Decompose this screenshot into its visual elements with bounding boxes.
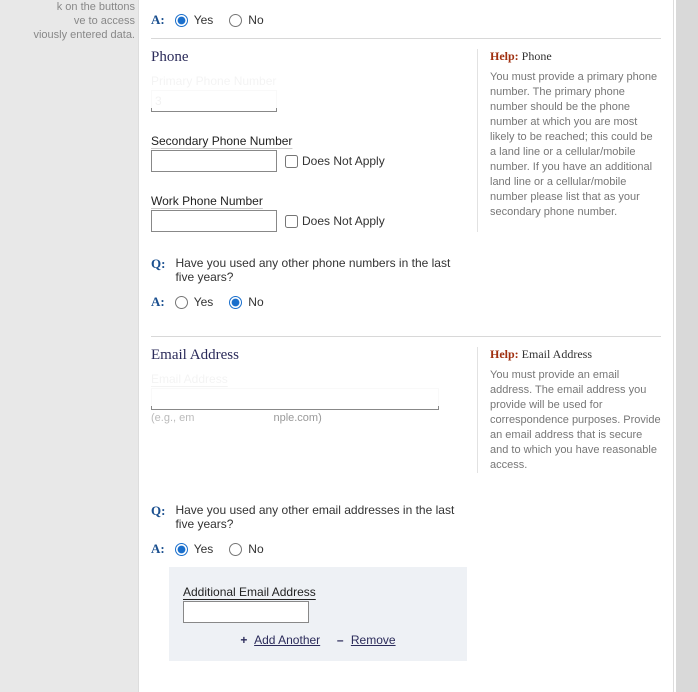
divider xyxy=(151,336,661,337)
answer-prefix: A: xyxy=(151,541,165,557)
answer-prefix: A: xyxy=(151,12,165,28)
additional-email-box: Additional Email Address + Add Another –… xyxy=(169,567,467,661)
email-redaction xyxy=(151,388,463,410)
work-dna-label: Does Not Apply xyxy=(302,214,385,228)
answer-prefix: A: xyxy=(151,294,165,310)
help-subject: Email Address xyxy=(522,347,592,361)
work-dna-checkbox[interactable] xyxy=(285,215,298,228)
question-prefix: Q: xyxy=(151,256,165,272)
text: ve to access xyxy=(74,15,135,27)
divider xyxy=(151,38,661,39)
email-help-title: Help: Email Address xyxy=(490,347,661,362)
primary-phone-redaction xyxy=(151,90,463,112)
email-hint: (e.g., emailaddress@exanple.com) xyxy=(151,412,463,424)
text: viously entered data. xyxy=(33,29,135,41)
phone-radio-yes-label: Yes xyxy=(194,295,214,309)
hint-masked-right: nple.com) xyxy=(273,412,321,424)
phone-title: Phone xyxy=(151,49,463,66)
question-prefix: Q: xyxy=(151,503,165,519)
add-another-link[interactable]: Add Another xyxy=(254,633,320,647)
email-radio-yes[interactable] xyxy=(175,543,188,556)
work-phone-input[interactable] xyxy=(151,210,277,232)
email-question: Q: Have you used any other email address… xyxy=(151,503,661,531)
phone-question-text: Have you used any other phone numbers in… xyxy=(171,256,455,284)
email-question-block: Q: Have you used any other email address… xyxy=(151,503,661,661)
help-subject: Phone xyxy=(522,49,552,63)
hint-masked-left: (e.g., em xyxy=(151,412,194,424)
email-fields: Email Address Email Address (e.g., email… xyxy=(151,347,463,473)
phone-radio-yes[interactable] xyxy=(175,296,188,309)
radio-yes-label: Yes xyxy=(194,13,214,27)
email-question-text: Have you used any other email addresses … xyxy=(171,503,455,531)
phone-question: Q: Have you used any other phone numbers… xyxy=(151,256,661,284)
work-dna: Does Not Apply xyxy=(285,214,385,228)
work-phone-label: Work Phone Number xyxy=(151,194,463,208)
phone-help: Help: Phone You must provide a primary p… xyxy=(477,49,661,232)
minus-icon: – xyxy=(337,633,344,647)
phone-answer-row: A: Yes No xyxy=(151,294,661,310)
email-help: Help: Email Address You must provide an … xyxy=(477,347,661,473)
work-phone-row: Does Not Apply xyxy=(151,210,463,232)
phone-radio-no-label: No xyxy=(248,295,263,309)
phone-radio-no[interactable] xyxy=(229,296,242,309)
secondary-dna: Does Not Apply xyxy=(285,154,385,168)
text: k on the buttons xyxy=(57,1,135,13)
phone-help-body: You must provide a primary phone number.… xyxy=(490,70,661,220)
email-radio-no[interactable] xyxy=(229,543,242,556)
email-title: Email Address xyxy=(151,347,463,364)
radio-yes[interactable] xyxy=(175,14,188,27)
phone-question-block: Q: Have you used any other phone numbers… xyxy=(151,256,661,310)
radio-no-label: No xyxy=(248,13,263,27)
primary-phone-label: Primary Phone Number xyxy=(151,74,463,88)
email-input[interactable] xyxy=(151,388,439,410)
phone-section: Phone Primary Phone Number Secondary Pho… xyxy=(151,49,661,232)
email-field-label: Email Address xyxy=(151,372,463,386)
secondary-phone-input[interactable] xyxy=(151,150,277,172)
left-instruction-fragment: k on the buttons ve to access viously en… xyxy=(0,0,143,42)
help-prefix: Help: xyxy=(490,49,519,63)
primary-phone-input[interactable] xyxy=(151,90,277,112)
phone-fields: Phone Primary Phone Number Secondary Pho… xyxy=(151,49,463,232)
email-radio-no-label: No xyxy=(248,542,263,556)
email-help-body: You must provide an email address. The e… xyxy=(490,368,661,473)
email-radio-yes-label: Yes xyxy=(194,542,214,556)
secondary-phone-row: Does Not Apply xyxy=(151,150,463,172)
scroll-gutter xyxy=(674,0,698,692)
email-section: Email Address Email Address (e.g., email… xyxy=(151,347,661,473)
plus-icon: + xyxy=(240,633,247,647)
additional-email-label: Additional Email Address xyxy=(183,585,453,599)
additional-email-input[interactable] xyxy=(183,601,309,623)
help-prefix: Help: xyxy=(490,347,519,361)
phone-help-title: Help: Phone xyxy=(490,49,661,64)
secondary-dna-checkbox[interactable] xyxy=(285,155,298,168)
form-panel: A: Yes No Phone Primary Phone Number Sec… xyxy=(138,0,674,692)
secondary-phone-label: Secondary Phone Number xyxy=(151,134,463,148)
answer-row-top: A: Yes No xyxy=(151,12,661,28)
remove-link[interactable]: Remove xyxy=(351,633,396,647)
additional-buttons: + Add Another – Remove xyxy=(183,633,453,647)
secondary-dna-label: Does Not Apply xyxy=(302,154,385,168)
email-answer-row: A: Yes No xyxy=(151,541,661,557)
radio-no[interactable] xyxy=(229,14,242,27)
